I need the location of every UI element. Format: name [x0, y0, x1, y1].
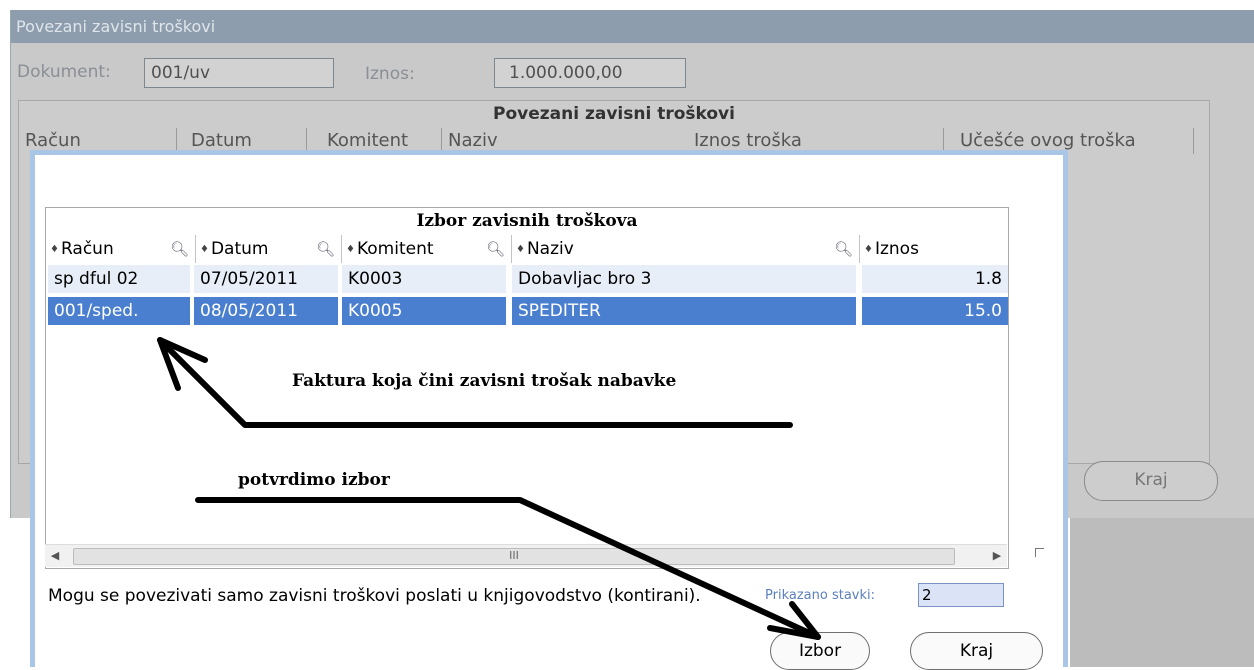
izbor-grid-title: Izbor zavisnih troškova [416, 211, 638, 231]
column-iznos-label: Iznos [874, 239, 919, 259]
cell-datum: 07/05/2011 [194, 265, 338, 293]
cell-naziv: Dobavljac bro 3 [512, 265, 856, 293]
horizontal-scrollbar[interactable]: ◀ III ▶ [45, 544, 1007, 567]
count-field: 2 [918, 583, 1004, 607]
column-datum[interactable]: ♦ Datum 🔍︎ [196, 235, 342, 263]
cell-racun: sp dful 02 [48, 265, 190, 293]
magnifier-icon[interactable]: 🔍︎ [316, 235, 335, 263]
column-datum-label: Datum [210, 239, 269, 259]
sort-arrows-icon: ♦ [50, 244, 59, 255]
sort-arrows-icon: ♦ [864, 244, 873, 255]
izbor-dialog: Izbor zavisnih troškova ♦ Račun 🔍︎ ♦ Datum… [30, 150, 1068, 670]
sort-arrows-icon: ♦ [200, 244, 209, 255]
column-komitent[interactable]: ♦ Komitent 🔍︎ [342, 235, 512, 263]
column-racun[interactable]: ♦ Račun 🔍︎ [46, 235, 196, 263]
scrollbar-thumb[interactable]: III [73, 548, 955, 565]
column-naziv-label: Naziv [526, 239, 574, 259]
column-racun-label: Račun [60, 239, 114, 259]
column-naziv[interactable]: ♦ Naziv 🔍︎ [512, 235, 860, 263]
info-note: Mogu se povezivati samo zavisni troškovi… [48, 586, 701, 606]
table-row-selected[interactable]: 001/sped. 08/05/2011 K0005 SPEDITER 15.0 [46, 295, 1008, 327]
scroll-right-icon[interactable]: ▶ [987, 545, 1007, 567]
background-kraj-button[interactable]: Kraj [1084, 461, 1218, 501]
column-iznos[interactable]: ♦ Iznos [860, 235, 1008, 263]
cell-komitent: K0005 [342, 297, 506, 325]
cell-iznos: 1.8 [862, 265, 1008, 293]
dokument-label: Dokument: [17, 62, 111, 82]
cell-racun: 001/sped. [48, 297, 190, 325]
magnifier-icon[interactable]: 🔍︎ [834, 235, 853, 263]
cell-iznos: 15.0 [862, 297, 1008, 325]
scrollbar-grip: III [509, 549, 519, 562]
kraj-button[interactable]: Kraj [910, 632, 1043, 670]
background-area [1070, 518, 1254, 667]
cell-komitent: K0003 [342, 265, 506, 293]
count-label: Prikazano stavki: [765, 588, 875, 603]
dokument-field[interactable]: 001/uv [144, 58, 334, 88]
izbor-button[interactable]: Izbor [770, 632, 870, 670]
background-window-title: Povezani zavisni troškovi [11, 10, 1254, 43]
table-row[interactable]: sp dful 02 07/05/2011 K0003 Dobavljac br… [46, 263, 1008, 295]
sort-arrows-icon: ♦ [346, 244, 355, 255]
izbor-grid: Izbor zavisnih troškova ♦ Račun 🔍︎ ♦ Datum… [45, 207, 1009, 569]
sort-arrows-icon: ♦ [516, 244, 525, 255]
iznos-field[interactable]: 1.000.000,00 [494, 58, 686, 88]
resize-handle-icon[interactable] [1035, 548, 1044, 557]
column-komitent-label: Komitent [356, 239, 434, 259]
scroll-left-icon[interactable]: ◀ [45, 545, 65, 567]
magnifier-icon[interactable]: 🔍︎ [170, 235, 189, 263]
background-grid-title: Povezani zavisni troškovi [493, 104, 735, 124]
magnifier-icon[interactable]: 🔍︎ [486, 235, 505, 263]
cell-datum: 08/05/2011 [194, 297, 338, 325]
grid-header: ♦ Račun 🔍︎ ♦ Datum 🔍︎ ♦ Komitent 🔍︎ ♦ Naziv … [46, 235, 1008, 263]
iznos-label: Iznos: [365, 64, 415, 84]
cell-naziv: SPEDITER [512, 297, 856, 325]
